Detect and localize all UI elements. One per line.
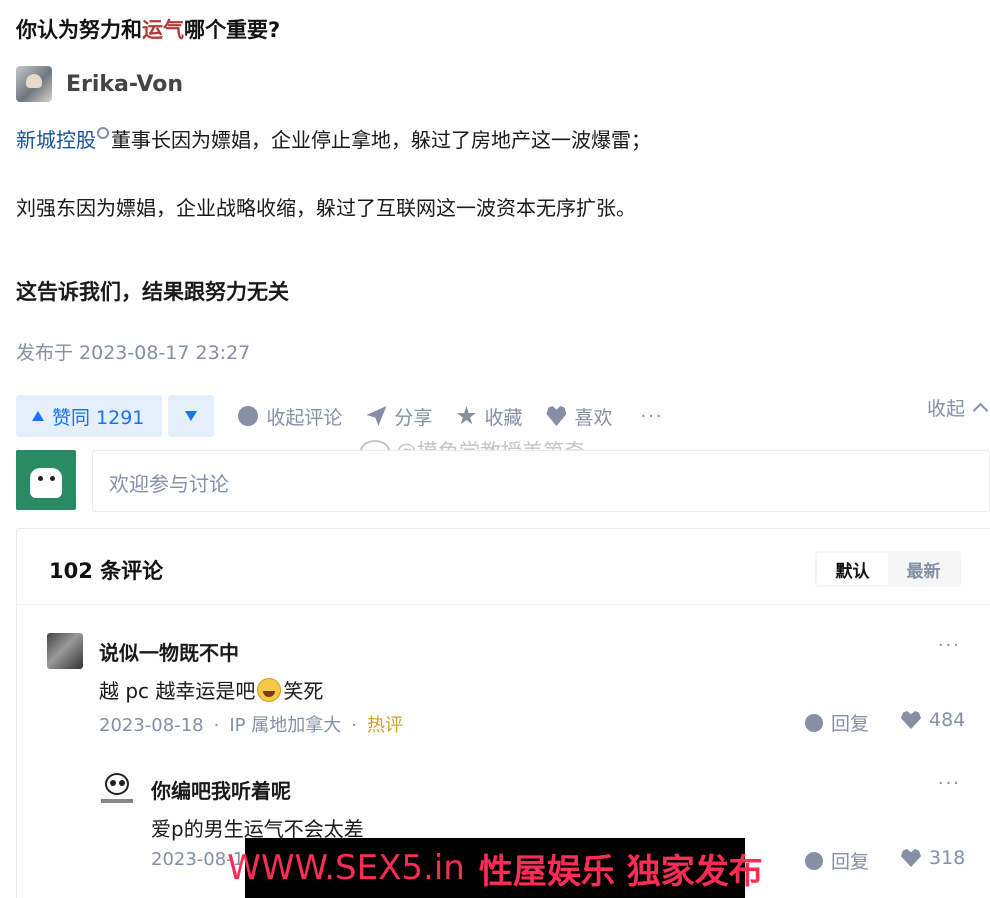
collapse-answer-button[interactable]: 收起 (926, 394, 989, 421)
commenter-avatar[interactable] (99, 771, 135, 807)
answer-author[interactable]: Erika-Von (16, 66, 183, 102)
collapse-comments-button[interactable]: 收起评论 (238, 403, 342, 430)
comment-text: 越 pc 越幸运是吧 笑死 (99, 675, 323, 704)
publish-time[interactable]: 发布于 2023-08-17 23:27 (16, 338, 250, 365)
reply-label: 回复 (831, 851, 870, 873)
question-title-part: 哪个重要? (184, 18, 281, 42)
share-label: 分享 (394, 406, 433, 429)
question-title-highlight: 运气 (142, 18, 184, 42)
sort-latest-button[interactable]: 最新 (888, 553, 959, 585)
reply-bubble-icon (805, 851, 823, 870)
chevron-up-icon (972, 402, 989, 419)
comment-ip-location: IP 属地加拿大 (229, 715, 342, 736)
favorite-label: 收藏 (484, 406, 523, 429)
meta-separator: · (213, 715, 220, 736)
avatar-eye (50, 476, 55, 481)
like-label: 喜欢 (574, 406, 613, 429)
reply-label: 回复 (831, 713, 870, 735)
comment-sort-toggle: 默认 最新 (815, 551, 961, 587)
upvote-button[interactable]: 赞同 1291 (16, 395, 163, 437)
question-title[interactable]: 你认为努力和运气哪个重要? (16, 14, 280, 44)
comment-like-button[interactable]: 318 (901, 847, 965, 869)
collapse-label: 收起 (926, 398, 965, 420)
comment-more-button[interactable]: ··· (938, 635, 961, 656)
heart-icon (901, 711, 921, 729)
downvote-button[interactable] (168, 395, 215, 437)
current-user-avatar[interactable] (16, 450, 76, 510)
grin-emoji-icon (257, 678, 282, 702)
share-button[interactable]: 分享 (366, 403, 432, 430)
star-icon (456, 406, 477, 425)
answer-action-bar: 赞同 1291 收起评论 分享 收藏 喜欢 ··· 收起 (16, 394, 990, 438)
author-name[interactable]: Erika-Von (66, 72, 183, 97)
more-actions-button[interactable]: ··· (640, 406, 663, 427)
avatar-face (30, 468, 62, 498)
reply-bubble-icon (805, 713, 823, 732)
panda-eye (119, 780, 125, 786)
answer-paragraph-2: 刘强东因为嫖娼，企业战略收缩，躲过了互联网这一波资本无序扩张。 (16, 196, 636, 220)
heart-icon (901, 849, 921, 867)
favorite-button[interactable]: 收藏 (456, 403, 522, 430)
reply-button[interactable]: 回复 (805, 847, 869, 874)
comment-like-count: 318 (929, 847, 966, 869)
commenter-name[interactable]: 说似一物既不中 (99, 637, 239, 666)
comments-count: 102 条评论 (49, 559, 164, 583)
comment-bubble-icon (238, 406, 259, 426)
comment-input[interactable]: 欢迎参与讨论 (92, 450, 990, 512)
comment-item: 说似一物既不中 ··· 越 pc 越幸运是吧 笑死 2023-08-18 · IP 属… (47, 633, 967, 743)
comment-compose: 欢迎参与讨论 (16, 450, 990, 512)
answer-search-link[interactable]: 新城控股 (16, 128, 96, 152)
promo-banner-overlay: WWW.SEX5.in 性屋娱乐 独家发布 (227, 838, 763, 898)
search-icon[interactable] (97, 127, 109, 139)
comment-text-part: 越 pc 越幸运是吧 (99, 679, 256, 703)
avatar-eye (38, 476, 43, 481)
promo-url: WWW.SEX5.in (227, 848, 465, 888)
answer-text: 董事长因为嫖娼，企业停止拿地，躲过了房地产这一波爆雷； (111, 128, 651, 152)
collapse-comments-label: 收起评论 (266, 406, 343, 429)
comment-like-count: 484 (929, 709, 966, 731)
question-title-part: 你认为努力和 (16, 18, 142, 42)
sort-default-button[interactable]: 默认 (817, 553, 888, 585)
panda-face (105, 773, 129, 795)
comment-like-button[interactable]: 484 (901, 709, 965, 731)
comments-header: 102 条评论 默认 最新 (17, 529, 990, 605)
comment-more-button[interactable]: ··· (938, 773, 961, 794)
paper-plane-icon (366, 406, 387, 426)
heart-icon (546, 406, 567, 426)
panda-eye (110, 780, 116, 786)
hot-comment-badge: 热评 (366, 715, 403, 736)
comment-text-part: 笑死 (283, 679, 324, 703)
commenter-avatar[interactable] (47, 633, 83, 669)
meta-separator: · (351, 715, 357, 736)
answer-paragraph-1: 新城控股 董事长因为嫖娼，企业停止拿地，躲过了房地产这一波爆雷； (16, 124, 651, 153)
promo-slogan: 性屋娱乐 独家发布 (478, 851, 763, 892)
upvote-label: 赞同 1291 (52, 406, 145, 429)
like-button[interactable]: 喜欢 (546, 403, 612, 430)
comment-meta: 2023-08-18 · IP 属地加拿大 · 热评 (99, 711, 403, 737)
comment-date: 2023-08-18 (99, 715, 204, 736)
panda-caption (101, 799, 133, 803)
author-avatar[interactable] (16, 66, 52, 102)
commenter-name[interactable]: 你编吧我听着呢 (151, 775, 291, 804)
triangle-up-icon (32, 411, 44, 421)
reply-button[interactable]: 回复 (805, 709, 869, 736)
triangle-down-icon (185, 411, 198, 421)
answer-paragraph-3: 这告诉我们，结果跟努力无关 (16, 280, 289, 304)
